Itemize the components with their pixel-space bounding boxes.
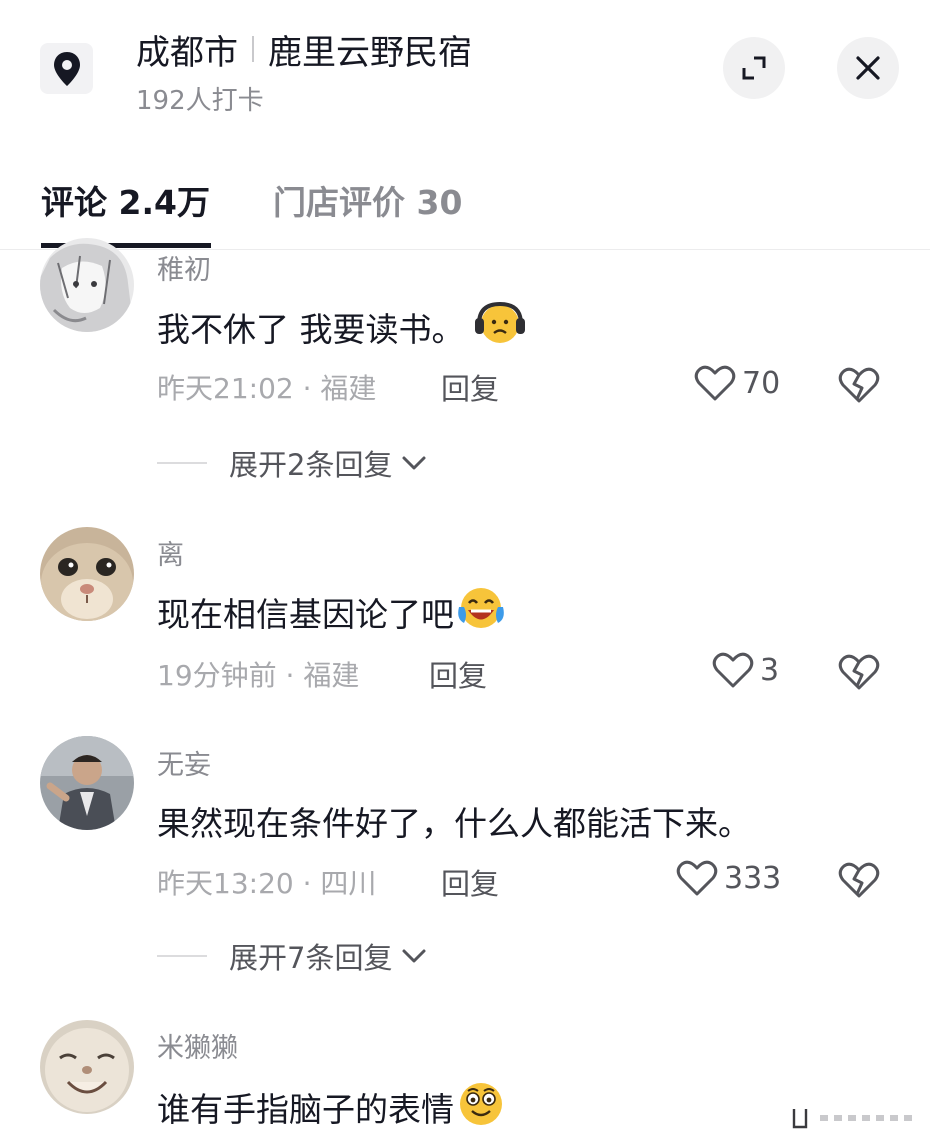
heart-icon [712, 652, 754, 688]
like-count: 333 [724, 860, 782, 896]
like-count: 3 [760, 652, 780, 688]
avatar[interactable] [40, 527, 134, 621]
comment-text: 现在相信基因论了吧 [157, 585, 506, 639]
expand-divider [157, 462, 207, 464]
comment-meta: 昨天21:02 · 福建 [157, 372, 377, 405]
expand-replies-button[interactable]: 展开2条回复 [157, 442, 428, 484]
heart-icon [694, 365, 736, 401]
smiling-emoji-icon [456, 1079, 506, 1135]
place-name: 鹿里云野民宿 [268, 32, 472, 73]
comment-username[interactable]: 稚初 [157, 248, 211, 287]
comment-meta: 昨天13:20 · 四川 [157, 867, 377, 900]
expand-replies-label: 展开2条回复 [229, 448, 393, 482]
keyboard-indicator-icon [780, 1103, 920, 1133]
like-button[interactable]: 333 [676, 859, 781, 897]
expand-icon [742, 56, 766, 80]
reply-button[interactable]: 回复 [441, 366, 499, 408]
comment-username[interactable]: 米獭獭 [157, 1026, 238, 1065]
tabs-divider [0, 249, 930, 250]
place-title: 成都市 鹿里云野民宿 [136, 26, 472, 73]
laughing-crying-emoji-icon [456, 585, 506, 639]
comment-username[interactable]: 无妄 [157, 743, 211, 782]
chevron-down-icon [402, 949, 426, 963]
expand-divider [157, 955, 207, 957]
location-pin-icon [40, 43, 93, 94]
avatar[interactable] [40, 1020, 134, 1114]
heart-icon [676, 860, 718, 896]
comment-text-body: 现在相信基因论了吧 [157, 595, 454, 634]
avatar[interactable] [40, 736, 134, 830]
expand-replies-label: 展开7条回复 [229, 941, 393, 975]
dislike-button[interactable] [838, 653, 880, 695]
dislike-button[interactable] [838, 366, 880, 408]
tab-store-reviews[interactable]: 门店评价 30 [273, 176, 462, 224]
like-button[interactable]: 70 [694, 364, 780, 402]
comment-text: 我不休了 我要读书。 [157, 300, 527, 354]
comment-username[interactable]: 离 [157, 533, 184, 572]
close-icon [856, 56, 880, 80]
comment-text-body: 谁有手指脑子的表情 [157, 1090, 454, 1129]
avatar[interactable] [40, 238, 134, 332]
comment-text-body: 我不休了 我要读书。 [157, 310, 465, 349]
like-count: 70 [742, 365, 781, 401]
broken-heart-icon [838, 862, 880, 898]
tab-comments[interactable]: 评论 2.4万 [41, 176, 210, 224]
comment-text: 果然现在条件好了，什么人都能活下来。 [157, 797, 751, 845]
close-button[interactable] [837, 37, 899, 99]
comment-text-body: 果然现在条件好了，什么人都能活下来。 [157, 804, 751, 843]
broken-heart-icon [838, 367, 880, 403]
expand-button[interactable] [723, 37, 785, 99]
expand-replies-button[interactable]: 展开7条回复 [157, 935, 428, 977]
like-button[interactable]: 3 [712, 651, 779, 689]
title-divider [252, 36, 254, 62]
headphones-sad-emoji-icon [473, 300, 527, 354]
reply-button[interactable]: 回复 [429, 653, 487, 695]
checkin-count: 192人打卡 [136, 86, 264, 116]
reply-button[interactable]: 回复 [441, 861, 499, 903]
broken-heart-icon [838, 654, 880, 690]
dislike-button[interactable] [838, 861, 880, 903]
chevron-down-icon [402, 456, 426, 470]
city-name: 成都市 [136, 32, 238, 73]
comment-text: 谁有手指脑子的表情 [157, 1079, 506, 1135]
comment-meta: 19分钟前 · 福建 [157, 659, 360, 692]
